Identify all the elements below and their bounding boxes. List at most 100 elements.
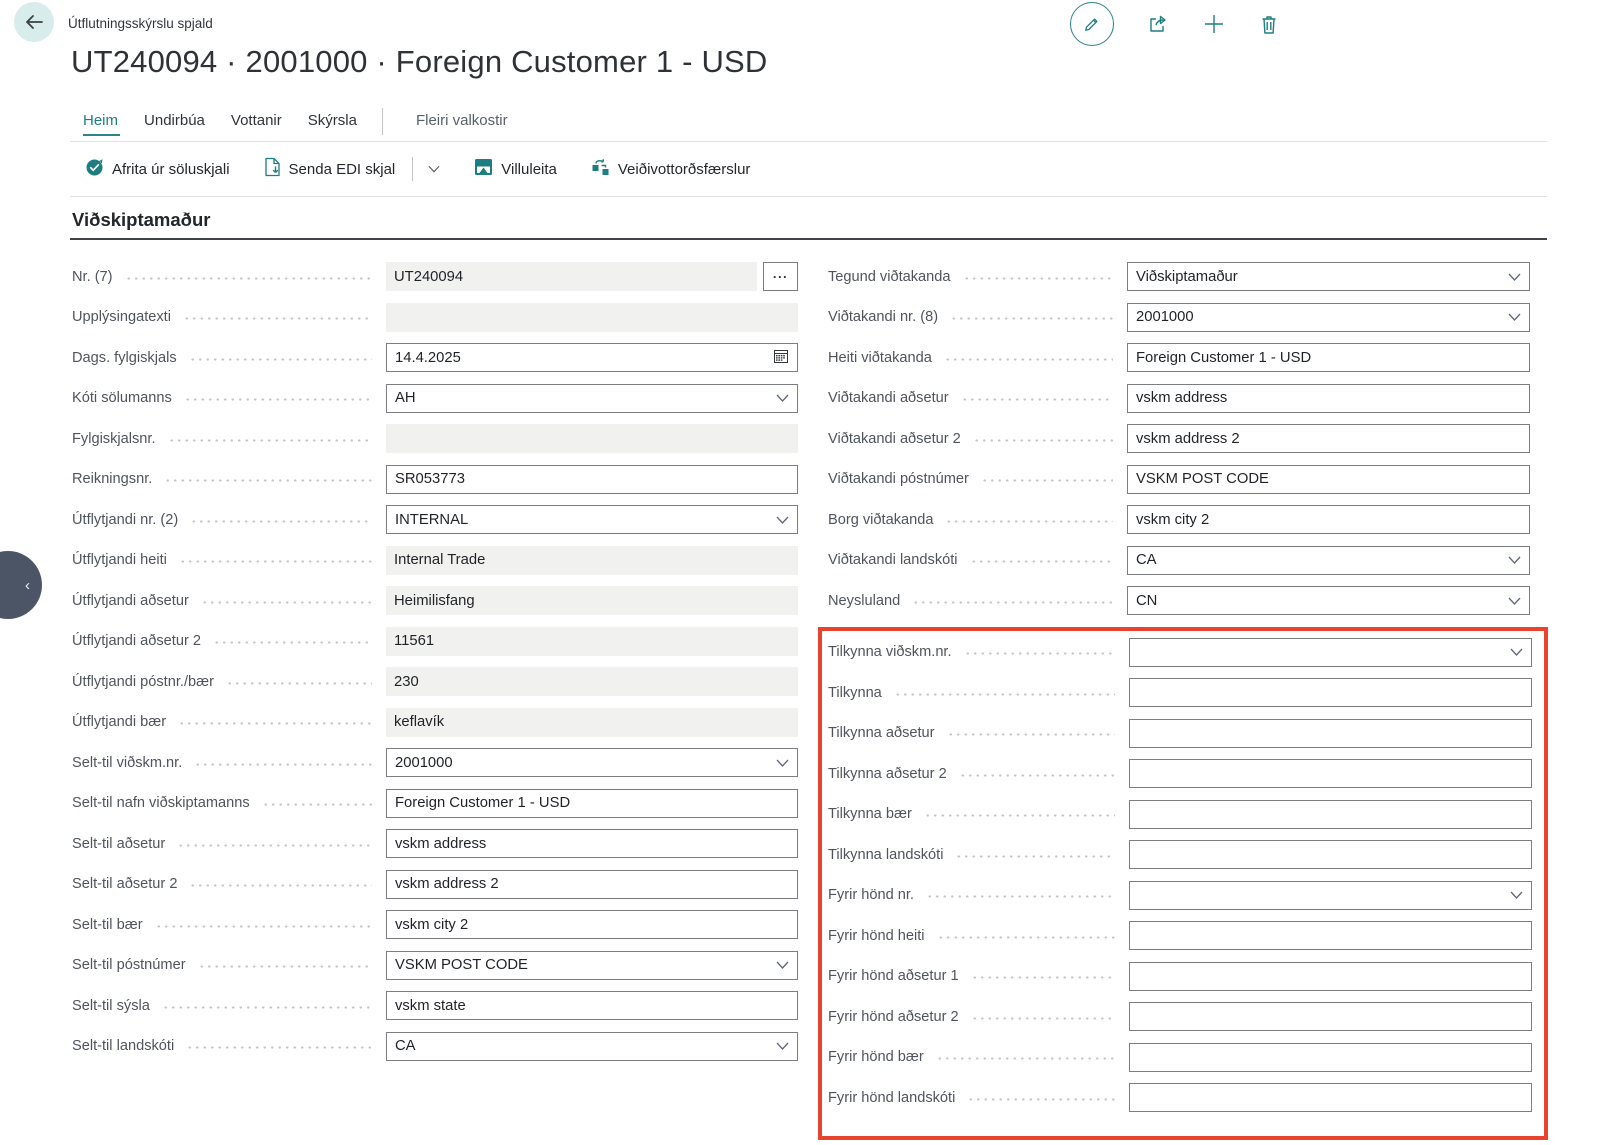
action-afrita-úr-söluskjali[interactable]: Afrita úr söluskjali: [85, 158, 230, 181]
section-header-vidskiptamadur: Viðskiptamaður: [72, 209, 210, 231]
field-label: Fyrir hönd aðsetur 2: [828, 1009, 959, 1025]
more-options-tab[interactable]: Fleiri valkostir: [403, 108, 521, 138]
share-button[interactable]: [1146, 12, 1170, 36]
field-tilkynna-viðskm-nr: Tilkynna viðskm.nr.: [828, 638, 1532, 667]
tab-heim[interactable]: Heim: [72, 108, 131, 138]
field-label: Selt-til nafn viðskiptamanns: [72, 795, 250, 811]
text-input[interactable]: vskm address 2: [1127, 424, 1530, 453]
select-input[interactable]: 2001000: [1127, 303, 1530, 332]
dotted-leader: [937, 936, 1115, 939]
date-input[interactable]: 14.4.2025: [386, 343, 798, 372]
select-input[interactable]: Viðskiptamaður: [1127, 262, 1530, 291]
dropdown-chevron-button[interactable]: [428, 165, 440, 173]
field-label: Útflytjandi póstnr./bær: [72, 674, 214, 690]
field-label: Útflytjandi aðsetur 2: [72, 633, 201, 649]
select-input[interactable]: 2001000: [386, 748, 798, 777]
field-selt-til-viðskm-nr: Selt-til viðskm.nr.2001000: [72, 748, 798, 777]
select-input[interactable]: CA: [386, 1032, 798, 1061]
field-viðtakandi-aðsetur-2: Viðtakandi aðsetur 2 vskm address 2: [818, 424, 1548, 453]
dotted-leader: [162, 1006, 372, 1009]
text-input[interactable]: [1129, 1043, 1532, 1072]
select-input[interactable]: [1129, 638, 1532, 667]
select-input[interactable]: CA: [1127, 546, 1530, 575]
action-senda-edi-skjal[interactable]: Senda EDI skjal: [264, 157, 441, 181]
text-input[interactable]: vskm address: [386, 829, 798, 858]
text-input[interactable]: VSKM POST CODE: [1127, 465, 1530, 494]
collapse-pane-handle[interactable]: ‹: [0, 551, 42, 619]
text-input[interactable]: Foreign Customer 1 - USD: [386, 789, 798, 818]
chevron-down-icon[interactable]: [776, 512, 789, 528]
text-input[interactable]: [1129, 678, 1532, 707]
tab-skýrsla[interactable]: Skýrsla: [295, 108, 370, 138]
text-input[interactable]: [1129, 840, 1532, 869]
new-button[interactable]: [1202, 12, 1226, 36]
chevron-down-icon[interactable]: [1510, 644, 1523, 660]
text-input[interactable]: [1129, 719, 1532, 748]
text-input[interactable]: [1129, 962, 1532, 991]
dotted-leader: [912, 601, 1113, 604]
field-value: 2001000: [1136, 309, 1194, 325]
text-input[interactable]: vskm city 2: [386, 910, 798, 939]
tab-vottanir[interactable]: Vottanir: [218, 108, 295, 138]
text-input[interactable]: [1129, 1083, 1532, 1112]
text-input[interactable]: [1129, 800, 1532, 829]
text-input[interactable]: Foreign Customer 1 - USD: [1127, 343, 1530, 372]
chevron-down-icon[interactable]: [1508, 552, 1521, 568]
field-nr-7: Nr. (7)UT240094...: [72, 262, 798, 291]
action-villuleita[interactable]: Villuleita: [474, 158, 557, 180]
field-label: Tilkynna: [828, 685, 882, 701]
field-label: Viðtakandi aðsetur 2: [828, 431, 961, 447]
chevron-down-icon[interactable]: [776, 1038, 789, 1054]
field-label: Heiti viðtakanda: [828, 350, 932, 366]
select-input[interactable]: AH: [386, 384, 798, 413]
tabs-divider-line: [70, 141, 1547, 142]
text-input[interactable]: [1129, 921, 1532, 950]
send-edi-document-icon: [264, 157, 281, 181]
field-label: Útflytjandi nr. (2): [72, 512, 178, 528]
chevron-down-icon[interactable]: [776, 755, 789, 771]
readonly-field: [386, 303, 798, 332]
text-input[interactable]: vskm address: [1127, 384, 1530, 413]
field-label: Selt-til póstnúmer: [72, 957, 186, 973]
chevron-down-icon[interactable]: [1508, 309, 1521, 325]
tab-undirbúa[interactable]: Undirbúa: [131, 108, 218, 138]
copy-from-sales-doc-icon: [85, 158, 104, 181]
dotted-leader: [189, 358, 372, 361]
field-label: Selt-til aðsetur: [72, 836, 165, 852]
field-label: Viðtakandi aðsetur: [828, 390, 949, 406]
field-label: Selt-til landskóti: [72, 1038, 174, 1054]
select-input[interactable]: VSKM POST CODE: [386, 951, 798, 980]
chevron-down-icon: [1508, 597, 1521, 605]
back-button[interactable]: [14, 2, 54, 42]
action-label: Veiðivottorðsfærslur: [618, 161, 751, 178]
chevron-down-icon: [776, 516, 789, 524]
action-veiðivottorðsfærslur[interactable]: Veiðivottorðsfærslur: [591, 158, 751, 181]
text-input[interactable]: vskm state: [386, 991, 798, 1020]
text-input[interactable]: SR053773: [386, 465, 798, 494]
dotted-leader: [190, 520, 372, 523]
text-input[interactable]: vskm address 2: [386, 870, 798, 899]
chevron-down-icon[interactable]: [1508, 593, 1521, 609]
field-tegund-viðtakanda: Tegund viðtakandaViðskiptamaður: [818, 262, 1548, 291]
field-fylgiskjalsnr: Fylgiskjalsnr.: [72, 424, 798, 453]
assist-edit-button[interactable]: ...: [763, 262, 798, 291]
field-tilkynna-aðsetur-2: Tilkynna aðsetur 2: [828, 759, 1532, 788]
text-input[interactable]: vskm city 2: [1127, 505, 1530, 534]
delete-button[interactable]: [1258, 13, 1280, 36]
field-útflytjandi-bær: Útflytjandi bærkeflavík: [72, 708, 798, 737]
select-input[interactable]: [1129, 881, 1532, 910]
field-label: Dags. fylgiskjals: [72, 350, 177, 366]
text-input[interactable]: [1129, 759, 1532, 788]
select-input[interactable]: CN: [1127, 586, 1530, 615]
chevron-down-icon[interactable]: [1508, 269, 1521, 285]
select-input[interactable]: INTERNAL: [386, 505, 798, 534]
field-label: Tilkynna viðskm.nr.: [828, 644, 952, 660]
chevron-down-icon[interactable]: [776, 390, 789, 406]
field-neysluland: NeyslulandCN: [818, 586, 1548, 615]
calendar-icon[interactable]: [773, 348, 789, 368]
action-label: Villuleita: [501, 161, 557, 178]
edit-button[interactable]: [1070, 2, 1114, 46]
text-input[interactable]: [1129, 1002, 1532, 1031]
chevron-down-icon[interactable]: [1510, 887, 1523, 903]
chevron-down-icon[interactable]: [776, 957, 789, 973]
